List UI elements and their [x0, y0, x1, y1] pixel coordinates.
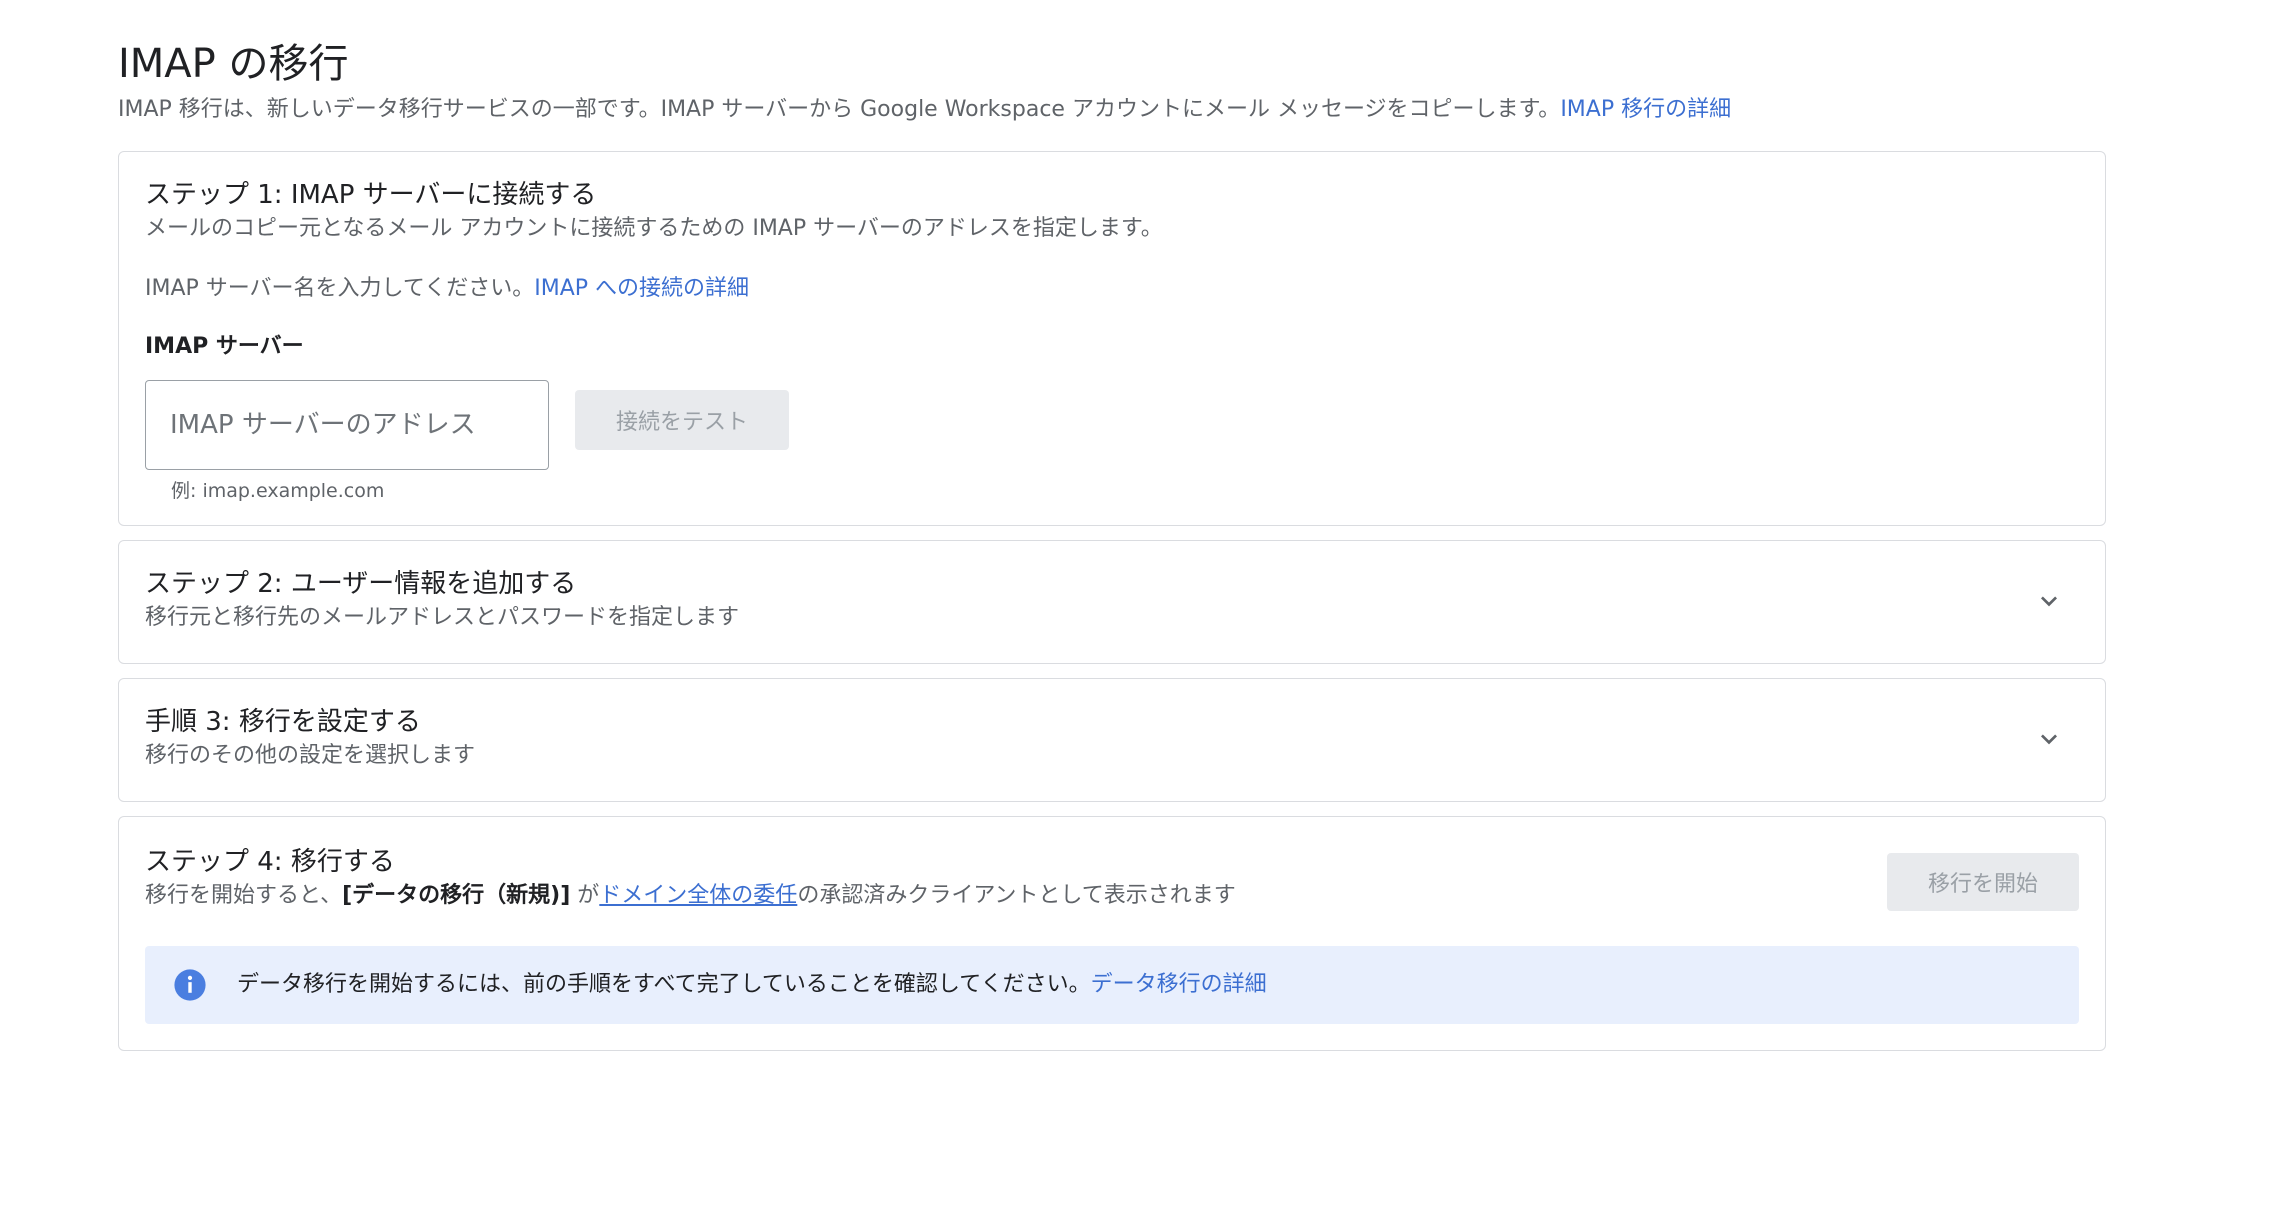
page-description: IMAP 移行は、新しいデータ移行サービスの一部です。IMAP サーバーから G…	[118, 94, 2108, 126]
step2-card[interactable]: ステップ 2: ユーザー情報を追加する 移行元と移行先のメールアドレスとパスワー…	[118, 540, 2106, 664]
imap-migration-details-link[interactable]: IMAP 移行の詳細	[1560, 97, 1731, 122]
chevron-down-icon[interactable]	[2033, 585, 2065, 617]
imap-server-input[interactable]	[145, 380, 549, 470]
info-message: データ移行を開始するには、前の手順をすべて完了していることを確認してください。デ…	[237, 969, 1267, 1001]
test-connection-button[interactable]: 接続をテスト	[575, 390, 789, 450]
info-banner: データ移行を開始するには、前の手順をすべて完了していることを確認してください。デ…	[145, 946, 2079, 1024]
data-migration-details-link[interactable]: データ移行の詳細	[1091, 972, 1267, 997]
step4-subtitle-middle: が	[570, 883, 600, 908]
imap-migration-page: IMAP の移行 IMAP 移行は、新しいデータ移行サービスの一部です。IMAP…	[118, 38, 2108, 1051]
start-migration-button[interactable]: 移行を開始	[1887, 853, 2079, 911]
page-title: IMAP の移行	[118, 41, 349, 87]
step4-subtitle-bold: [データの移行（新規)]	[342, 883, 571, 908]
step1-title: ステップ 1: IMAP サーバーに接続する	[145, 180, 597, 210]
imap-server-example: 例: imap.example.com	[171, 480, 385, 502]
step1-subtitle: メールのコピー元となるメール アカウントに接続するための IMAP サーバーのア…	[145, 216, 1163, 241]
step3-subtitle: 移行のその他の設定を選択します	[145, 743, 476, 768]
imap-server-label: IMAP サーバー	[145, 334, 304, 359]
step3-title: 手順 3: 移行を設定する	[145, 707, 421, 737]
step2-title: ステップ 2: ユーザー情報を追加する	[145, 569, 577, 599]
info-icon	[173, 968, 207, 1002]
step3-card[interactable]: 手順 3: 移行を設定する 移行のその他の設定を選択します	[118, 678, 2106, 802]
imap-connection-details-link[interactable]: IMAP への接続の詳細	[534, 276, 749, 301]
step1-hint: IMAP サーバー名を入力してください。IMAP への接続の詳細	[145, 274, 749, 304]
step1-card: ステップ 1: IMAP サーバーに接続する メールのコピー元となるメール アカ…	[118, 151, 2106, 526]
chevron-down-icon[interactable]	[2033, 723, 2065, 755]
step4-subtitle-prefix: 移行を開始すると、	[145, 883, 343, 908]
step2-subtitle: 移行元と移行先のメールアドレスとパスワードを指定します	[145, 605, 740, 630]
info-message-text: データ移行を開始するには、前の手順をすべて完了していることを確認してください。	[237, 972, 1091, 997]
step4-title: ステップ 4: 移行する	[145, 847, 395, 877]
page-description-text: IMAP 移行は、新しいデータ移行サービスの一部です。IMAP サーバーから G…	[118, 97, 1561, 122]
step4-card: ステップ 4: 移行する 移行を開始すると、[データの移行（新規)] がドメイン…	[118, 816, 2106, 1051]
domain-wide-delegation-link[interactable]: ドメイン全体の委任	[599, 883, 797, 908]
step1-hint-text: IMAP サーバー名を入力してください。	[145, 276, 535, 301]
step4-subtitle-suffix: の承認済みクライアントとして表示されます	[797, 883, 1236, 908]
step4-subtitle: 移行を開始すると、[データの移行（新規)] がドメイン全体の委任の承認済みクライ…	[145, 881, 1236, 911]
